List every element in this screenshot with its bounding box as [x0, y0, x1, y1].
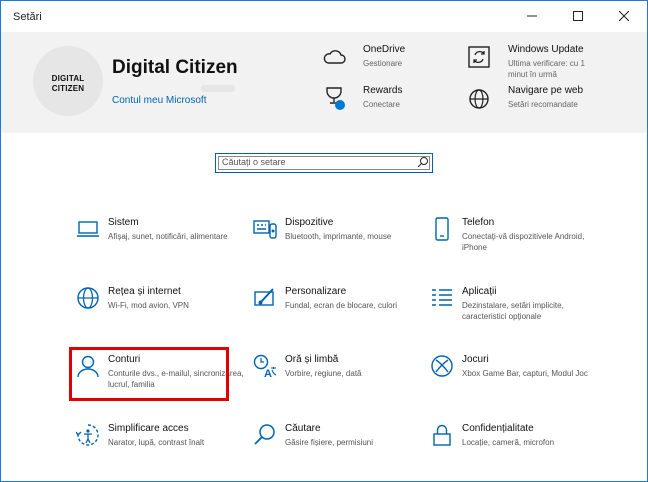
laptop-icon	[77, 221, 99, 237]
ease-of-access-icon	[76, 424, 99, 446]
header-item-rewards[interactable]: Rewards Conectare	[321, 85, 471, 119]
xbox-icon	[431, 355, 453, 377]
avatar: DIGITAL CITIZEN	[33, 46, 103, 116]
avatar-logo-line1: DIGITAL	[51, 74, 85, 83]
tile-title: Conturi	[108, 354, 141, 365]
blurred-email	[201, 85, 235, 92]
tile-title: Rețea și internet	[108, 286, 181, 297]
search-icon	[254, 424, 275, 445]
tile-description: Dezinstalare, setări implicite, caracter…	[462, 301, 564, 321]
trophy-icon	[326, 87, 345, 110]
header-item-subtitle: Ultima verificare: cu 1 minut în urmă	[508, 58, 585, 80]
header-item-subtitle: Gestionare	[363, 59, 403, 68]
header-item-title: Rewards	[363, 85, 403, 96]
cloud-icon	[323, 50, 346, 64]
minimize-button[interactable]	[509, 1, 555, 32]
user-name: Digital Citizen	[112, 57, 238, 78]
header-item-title: Windows Update	[508, 44, 584, 55]
settings-window: Setări DIGITAL CITIZEN Digital Citizen C…	[0, 0, 648, 482]
tile-personalization[interactable]: Personalizare Fundal, ecran de blocare, …	[253, 286, 423, 346]
header-item-title: OneDrive	[363, 44, 406, 55]
tile-description: Găsire fișiere, permisiuni	[285, 438, 374, 447]
title-bar[interactable]: Setări	[1, 1, 647, 32]
tile-title: Oră și limbă	[285, 354, 339, 365]
header-item-web-browsing[interactable]: Navigare pe web Setări recomandate	[466, 85, 636, 119]
tile-title: Sistem	[108, 217, 139, 228]
tile-network-internet[interactable]: Rețea și internet Wi-Fi, mod avion, VPN	[76, 286, 246, 346]
tile-description: Conturile dvs., e-mailul, sincronizarea,…	[108, 369, 244, 389]
maximize-button[interactable]	[555, 1, 601, 32]
settings-header: DIGITAL CITIZEN Digital Citizen Contul m…	[1, 32, 647, 133]
search-input[interactable]: Căutați o setare	[222, 157, 286, 167]
header-item-subtitle: Setări recomandate	[508, 100, 578, 109]
tile-description: Narator, lupă, contrast înalt	[108, 438, 205, 447]
close-button[interactable]	[601, 1, 647, 32]
person-icon	[77, 355, 99, 378]
header-item-title: Navigare pe web	[508, 85, 584, 96]
tile-title: Dispozitive	[285, 217, 334, 228]
tile-description: Vorbire, regiune, dată	[285, 369, 362, 378]
globe-icon	[77, 287, 99, 309]
tile-description: Locație, cameră, microfon	[462, 438, 555, 447]
keyboard-icon	[253, 220, 277, 239]
search-box[interactable]: Căutați o setare	[215, 153, 433, 173]
lock-icon	[433, 424, 451, 446]
search-icon[interactable]	[417, 156, 429, 168]
tile-description: Wi-Fi, mod avion, VPN	[108, 301, 189, 310]
header-item-onedrive[interactable]: OneDrive Gestionare	[321, 44, 471, 78]
header-item-subtitle-line2: minut în urmă	[508, 70, 557, 79]
tile-system[interactable]: Sistem Afișaj, sunet, notificări, alimen…	[76, 217, 246, 277]
tile-title: Căutare	[285, 423, 321, 434]
tile-title: Confidențialitate	[462, 423, 534, 434]
refresh-icon	[468, 46, 490, 68]
tile-title: Aplicații	[462, 286, 497, 297]
header-item-windows-update[interactable]: Windows Update Ultima verificare: cu 1 mi…	[466, 44, 636, 80]
tile-description: Fundal, ecran de blocare, culori	[285, 301, 398, 310]
tile-title: Jocuri	[462, 354, 489, 365]
header-item-subtitle: Conectare	[363, 100, 400, 109]
tile-description: Bluetooth, imprimante, mouse	[285, 232, 392, 241]
tile-ease-of-access[interactable]: Simplificare acces Narator, lupă, contra…	[76, 423, 246, 481]
svg-text:A: A	[264, 368, 272, 378]
tile-search[interactable]: Căutare Găsire fișiere, permisiuni	[253, 423, 423, 481]
phone-icon	[435, 217, 449, 241]
tile-title: Simplificare acces	[108, 423, 189, 434]
tile-description: Xbox Game Bar, capturi, Modul Joc	[462, 369, 588, 378]
minimize-icon	[527, 15, 537, 17]
window-title: Setări	[13, 11, 42, 23]
tile-gaming[interactable]: Jocuri Xbox Game Bar, capturi, Modul Joc	[430, 354, 600, 414]
tile-accounts[interactable]: Conturi Conturile dvs., e-mailul, sincro…	[76, 354, 246, 414]
apps-list-icon	[432, 289, 452, 306]
tile-description: Conectați-vă dispozitivele Android, iPho…	[462, 232, 585, 252]
avatar-logo-line2: CITIZEN	[51, 84, 85, 93]
tile-time-language[interactable]: A Oră și limbă Vorbire, regiune, dată	[253, 354, 423, 414]
tile-devices[interactable]: Dispozitive Bluetooth, imprimante, mouse	[253, 217, 423, 277]
tile-phone[interactable]: Telefon Conectați-vă dispozitivele Andro…	[430, 217, 600, 277]
tile-title: Telefon	[462, 217, 495, 228]
tile-description: Afișaj, sunet, notificări, alimentare	[108, 232, 228, 241]
tile-title: Personalizare	[285, 286, 347, 297]
tile-privacy[interactable]: Confidențialitate Locație, cameră, micro…	[430, 423, 600, 481]
close-icon	[619, 11, 629, 21]
tile-apps[interactable]: Aplicații Dezinstalare, setări implicite…	[430, 286, 600, 346]
paintbrush-icon	[254, 288, 274, 306]
header-item-subtitle-line1: Ultima verificare: cu 1	[508, 59, 585, 68]
time-language-icon: A	[253, 354, 277, 378]
globe-icon	[469, 89, 489, 109]
microsoft-account-link[interactable]: Contul meu Microsoft	[112, 95, 206, 106]
maximize-icon	[573, 11, 583, 21]
